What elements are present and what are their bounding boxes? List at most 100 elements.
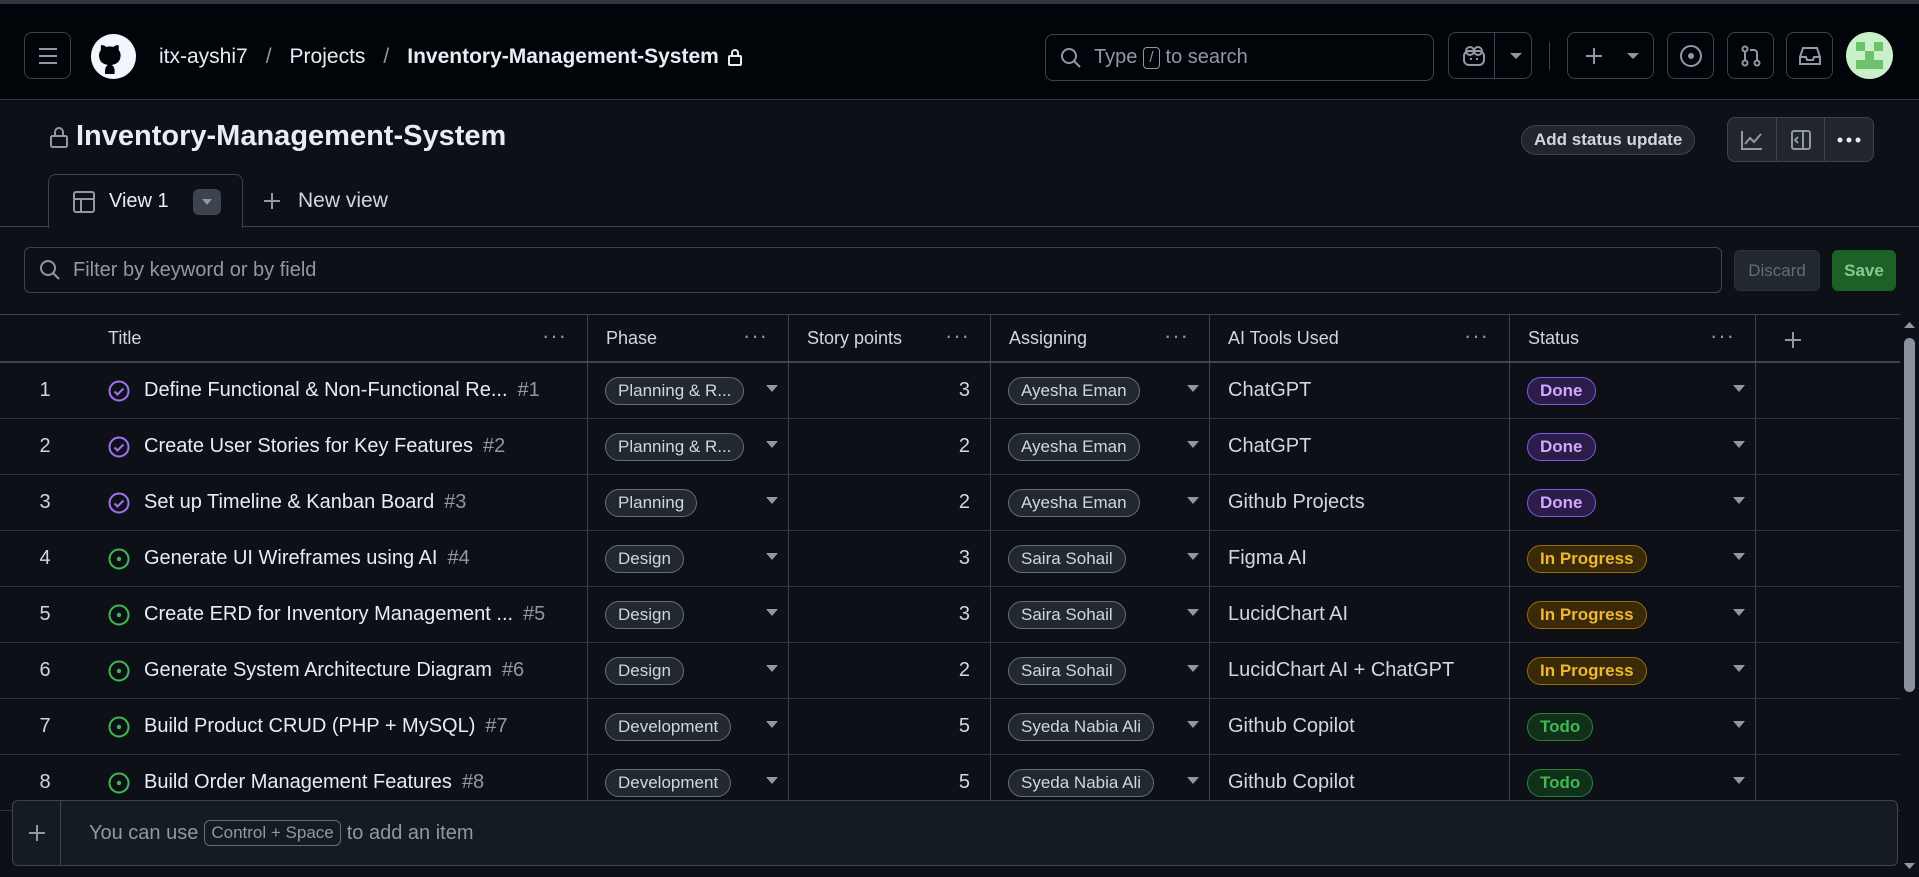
table-row[interactable]: 3 Set up Timeline & Kanban Board #3 Plannin… xyxy=(0,475,1900,531)
table-row[interactable]: 4 Generate UI Wireframes using AI #4 Design… xyxy=(0,531,1900,587)
breadcrumb-project[interactable]: Inventory-Management-System xyxy=(407,45,719,69)
issue-title[interactable]: Build Product CRUD (PHP + MySQL) xyxy=(144,715,475,738)
issue-title[interactable]: Generate UI Wireframes using AI xyxy=(144,547,437,570)
tab-view-1[interactable]: View 1 xyxy=(48,174,243,228)
search-input[interactable]: Type / to search xyxy=(1045,34,1434,81)
title-cell[interactable]: Create ERD for Inventory Management ... #… xyxy=(0,587,588,642)
dropdown-caret-icon[interactable] xyxy=(1733,721,1745,728)
dropdown-caret-icon[interactable] xyxy=(1187,777,1199,784)
phase-cell[interactable]: Design xyxy=(588,587,789,642)
dropdown-caret-icon[interactable] xyxy=(1187,441,1199,448)
story-points-cell[interactable]: 3 xyxy=(789,531,991,586)
scroll-up-icon[interactable] xyxy=(1900,318,1919,332)
assignee-cell[interactable]: Saira Sohail xyxy=(991,643,1210,698)
dropdown-caret-icon[interactable] xyxy=(1187,721,1199,728)
dropdown-caret-icon[interactable] xyxy=(1733,385,1745,392)
dropdown-caret-icon[interactable] xyxy=(1733,553,1745,560)
table-row[interactable]: 5 Create ERD for Inventory Management ...… xyxy=(0,587,1900,643)
title-cell[interactable]: Define Functional & Non-Functional Re...… xyxy=(0,363,588,418)
table-row[interactable]: 7 Build Product CRUD (PHP + MySQL) #7 Devel… xyxy=(0,699,1900,755)
add-item-button[interactable] xyxy=(13,801,61,865)
column-menu-icon[interactable]: ··· xyxy=(945,323,970,349)
scrollbar[interactable] xyxy=(1900,314,1919,877)
status-cell[interactable]: In Progress xyxy=(1510,643,1756,698)
assignee-cell[interactable]: Saira Sohail xyxy=(991,531,1210,586)
status-cell[interactable]: In Progress xyxy=(1510,531,1756,586)
dropdown-caret-icon[interactable] xyxy=(766,441,778,448)
column-header-phase[interactable]: Phase ··· xyxy=(588,315,789,362)
issue-title[interactable]: Create User Stories for Key Features xyxy=(144,435,473,458)
view-options-button[interactable] xyxy=(192,188,221,215)
phase-cell[interactable]: Planning & R... xyxy=(588,419,789,474)
phase-cell[interactable]: Design xyxy=(588,643,789,698)
status-cell[interactable]: Done xyxy=(1510,419,1756,474)
ai-tools-cell[interactable]: LucidChart AI xyxy=(1210,587,1510,642)
dropdown-caret-icon[interactable] xyxy=(766,385,778,392)
story-points-cell[interactable]: 3 xyxy=(789,587,991,642)
status-cell[interactable]: Todo xyxy=(1510,699,1756,754)
dropdown-caret-icon[interactable] xyxy=(1187,385,1199,392)
title-cell[interactable]: Generate UI Wireframes using AI #4 xyxy=(0,531,588,586)
column-menu-icon[interactable]: ··· xyxy=(1710,323,1735,349)
add-item-bar[interactable]: You can use Control + Space to add an it… xyxy=(12,800,1898,866)
dropdown-caret-icon[interactable] xyxy=(766,609,778,616)
phase-cell[interactable]: Design xyxy=(588,531,789,586)
inbox-button[interactable] xyxy=(1786,32,1833,79)
side-panel-button[interactable] xyxy=(1777,118,1826,161)
dropdown-caret-icon[interactable] xyxy=(1187,553,1199,560)
dropdown-caret-icon[interactable] xyxy=(766,721,778,728)
title-cell[interactable]: Build Product CRUD (PHP + MySQL) #7 xyxy=(0,699,588,754)
column-header-ai-tools[interactable]: AI Tools Used ··· xyxy=(1210,315,1510,362)
column-menu-icon[interactable]: ··· xyxy=(1464,323,1489,349)
column-header-title[interactable]: Title ··· xyxy=(90,315,588,362)
insights-button[interactable] xyxy=(1728,118,1777,161)
story-points-cell[interactable]: 2 xyxy=(789,643,991,698)
dropdown-caret-icon[interactable] xyxy=(766,497,778,504)
issue-title[interactable]: Generate System Architecture Diagram xyxy=(144,659,492,682)
github-logo-icon[interactable] xyxy=(91,34,136,79)
title-cell[interactable]: Generate System Architecture Diagram #6 xyxy=(0,643,588,698)
title-cell[interactable]: Set up Timeline & Kanban Board #3 xyxy=(0,475,588,530)
status-cell[interactable]: Done xyxy=(1510,363,1756,418)
dropdown-caret-icon[interactable] xyxy=(1187,609,1199,616)
assignee-cell[interactable]: Ayesha Eman xyxy=(991,363,1210,418)
scrollbar-thumb[interactable] xyxy=(1904,338,1915,692)
assignee-cell[interactable]: Saira Sohail xyxy=(991,587,1210,642)
ai-tools-cell[interactable]: Github Copilot xyxy=(1210,699,1510,754)
dropdown-caret-icon[interactable] xyxy=(1733,777,1745,784)
more-options-button[interactable] xyxy=(1825,118,1873,161)
filter-input[interactable]: Filter by keyword or by field xyxy=(24,247,1722,293)
dropdown-caret-icon[interactable] xyxy=(766,665,778,672)
ai-tools-cell[interactable]: Figma AI xyxy=(1210,531,1510,586)
status-cell[interactable]: Done xyxy=(1510,475,1756,530)
menu-button[interactable] xyxy=(24,32,71,79)
save-button[interactable]: Save xyxy=(1832,250,1896,291)
dropdown-caret-icon[interactable] xyxy=(1187,665,1199,672)
column-header-story-points[interactable]: Story points ··· xyxy=(789,315,991,362)
assignee-cell[interactable]: Ayesha Eman xyxy=(991,475,1210,530)
issues-button[interactable] xyxy=(1667,32,1714,79)
issue-title[interactable]: Create ERD for Inventory Management ... xyxy=(144,603,513,626)
story-points-cell[interactable]: 5 xyxy=(789,699,991,754)
add-status-update-button[interactable]: Add status update xyxy=(1521,125,1696,155)
assignee-cell[interactable]: Ayesha Eman xyxy=(991,419,1210,474)
scroll-down-icon[interactable] xyxy=(1900,859,1919,873)
column-menu-icon[interactable]: ··· xyxy=(1164,323,1189,349)
title-cell[interactable]: Create User Stories for Key Features #2 xyxy=(0,419,588,474)
dropdown-caret-icon[interactable] xyxy=(766,553,778,560)
dropdown-caret-icon[interactable] xyxy=(1733,609,1745,616)
create-new-button[interactable] xyxy=(1567,32,1654,79)
breadcrumb-owner[interactable]: itx-ayshi7 xyxy=(159,45,248,69)
discard-button[interactable]: Discard xyxy=(1734,250,1820,291)
ai-tools-cell[interactable]: Github Projects xyxy=(1210,475,1510,530)
column-header-status[interactable]: Status ··· xyxy=(1510,315,1756,362)
column-menu-icon[interactable]: ··· xyxy=(542,323,567,349)
add-field-button[interactable] xyxy=(1778,325,1808,355)
dropdown-caret-icon[interactable] xyxy=(766,777,778,784)
copilot-button[interactable] xyxy=(1448,32,1532,79)
story-points-cell[interactable]: 2 xyxy=(789,475,991,530)
issue-title[interactable]: Set up Timeline & Kanban Board xyxy=(144,491,434,514)
issue-title[interactable]: Build Order Management Features xyxy=(144,771,452,794)
new-view-button[interactable]: New view xyxy=(262,189,388,213)
ai-tools-cell[interactable]: ChatGPT xyxy=(1210,363,1510,418)
